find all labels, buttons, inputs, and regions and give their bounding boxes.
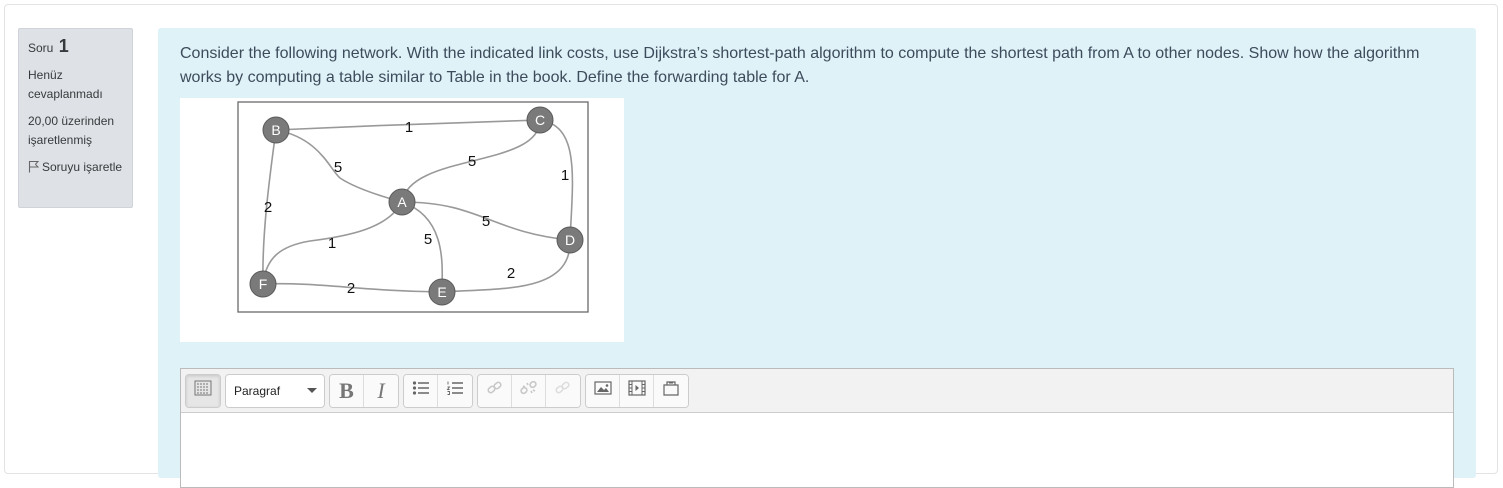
link-disabled-button[interactable] — [546, 374, 580, 407]
unordered-list-button[interactable] — [404, 374, 438, 407]
italic-button[interactable]: I — [364, 374, 398, 407]
cost-b-a: 5 — [334, 159, 342, 176]
node-f-label: F — [259, 276, 268, 292]
media-icon — [627, 380, 646, 401]
image-button[interactable] — [586, 374, 620, 407]
question-label: Soru — [28, 41, 54, 55]
flag-label: Soruyu işaretle — [42, 160, 123, 174]
unlink-icon — [519, 380, 538, 401]
link-group — [477, 373, 581, 408]
image-icon — [593, 380, 612, 401]
node-c-label: C — [535, 112, 545, 128]
cost-a-f: 1 — [328, 235, 336, 252]
question-info: Soru 1 Henüz cevaplanmadı 20,00 üzerinde… — [18, 28, 133, 208]
cost-b-f: 2 — [264, 199, 272, 216]
cost-c-d: 1 — [561, 167, 569, 184]
question-content: Consider the following network. With the… — [158, 28, 1476, 488]
bold-icon: B — [339, 377, 354, 403]
question-marks: 20,00 üzerinden işaretlenmiş — [28, 114, 115, 147]
unordered-list-icon — [412, 380, 430, 401]
network-diagram: 1 5 2 5 1 5 1 5 2 2 B C A D F E — [237, 101, 589, 313]
paragraph-format-value: Paragraf — [234, 383, 281, 398]
unlink-button[interactable] — [512, 374, 546, 407]
bold-button[interactable]: B — [330, 374, 364, 407]
media-group — [585, 373, 689, 408]
cost-f-e: 2 — [347, 280, 355, 297]
toolbar-toggle-group — [185, 373, 221, 408]
network-figure: 1 5 2 5 1 5 1 5 2 2 B C A D F E — [180, 98, 624, 342]
link-icon — [486, 380, 504, 401]
cost-a-c: 5 — [468, 153, 476, 170]
chevron-down-icon — [307, 388, 317, 393]
question-number: Soru 1 — [28, 37, 123, 58]
answer-text-area[interactable] — [181, 413, 1453, 487]
flag-question-link[interactable]: Soruyu işaretle — [28, 158, 123, 179]
node-a-label: A — [397, 194, 407, 210]
editor-toolbar: Paragraf B I — [181, 369, 1453, 413]
paragraph-format-select[interactable]: Paragraf — [225, 373, 325, 408]
node-b-label: B — [271, 122, 280, 138]
toolbar-toggle-icon — [194, 380, 212, 401]
link-a-e — [401, 201, 444, 293]
cost-b-c: 1 — [405, 119, 413, 136]
node-e-label: E — [437, 284, 446, 300]
question-status: Henüz cevaplanmadı — [28, 68, 103, 101]
question-number-value: 1 — [58, 36, 69, 56]
text-style-group: B I — [329, 373, 399, 408]
manage-files-icon — [662, 380, 680, 401]
italic-icon: I — [377, 377, 385, 403]
cost-a-d: 5 — [482, 213, 490, 230]
link-disabled-icon — [554, 380, 572, 401]
cost-e-d: 2 — [507, 265, 515, 282]
node-d-label: D — [565, 232, 575, 248]
ordered-list-icon — [446, 380, 464, 401]
link-button[interactable] — [478, 374, 512, 407]
manage-files-button[interactable] — [654, 374, 688, 407]
question-text: Consider the following network. With the… — [180, 45, 1420, 86]
media-button[interactable] — [620, 374, 654, 407]
flag-icon — [28, 160, 42, 179]
ordered-list-button[interactable] — [438, 374, 472, 407]
list-group — [403, 373, 473, 408]
answer-editor: Paragraf B I — [180, 368, 1454, 488]
toolbar-toggle-button[interactable] — [186, 374, 220, 407]
cost-a-e: 5 — [424, 231, 432, 248]
